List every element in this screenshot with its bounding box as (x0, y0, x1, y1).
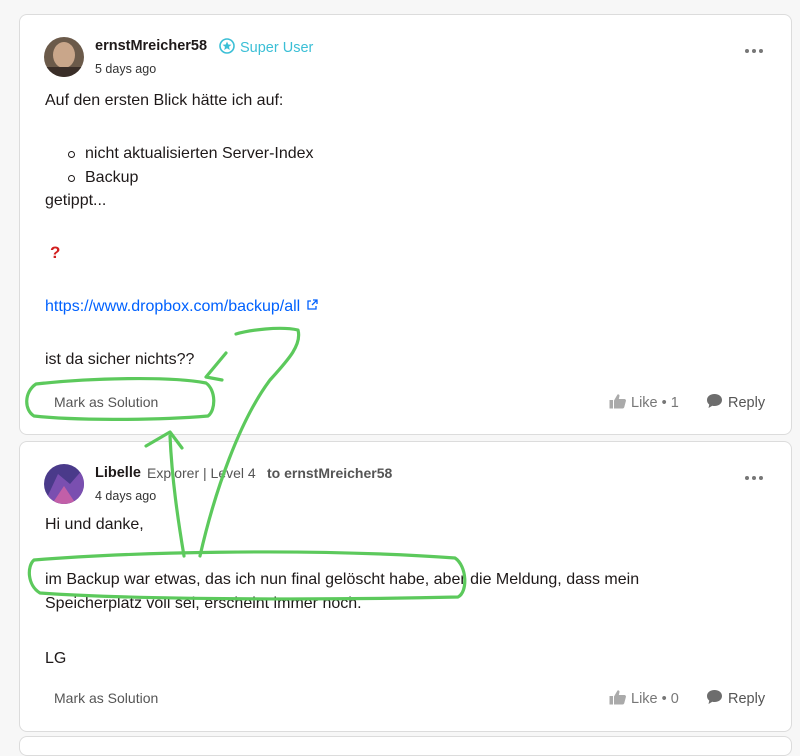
post-date: 4 days ago (95, 489, 157, 503)
username[interactable]: Libelle (95, 465, 141, 481)
user-rank: Explorer | Level 4 (147, 465, 256, 481)
reply-button[interactable]: Reply (706, 689, 765, 709)
avatar[interactable] (44, 464, 84, 504)
more-options-icon[interactable] (745, 476, 763, 480)
speech-bubble-icon (706, 393, 723, 413)
username[interactable]: ernstMreicher58 (95, 38, 207, 54)
speech-bubble-icon (706, 689, 723, 709)
question-mark-emoji: ? (50, 243, 61, 262)
like-label: Like (631, 691, 658, 707)
thumbs-up-icon (609, 689, 627, 709)
reply-to-user[interactable]: to ernstMreicher58 (267, 465, 392, 481)
post-date: 5 days ago (95, 62, 157, 76)
avatar[interactable] (44, 37, 84, 77)
mark-as-solution-button[interactable]: Mark as Solution (54, 690, 158, 706)
post-body-line: Speicherplatz voll sei, erscheint immer … (45, 595, 362, 612)
reply-post-3 (19, 736, 792, 756)
reply-post-1: ernstMreicher58 Super User 5 days ago Au… (19, 14, 792, 435)
like-label: Like (631, 395, 658, 411)
super-user-badge-icon (219, 38, 235, 58)
user-rank: Super User (219, 38, 313, 58)
bullet-list: nicht aktualisierten Server-Index Backup (65, 142, 314, 190)
backup-link[interactable]: https://www.dropbox.com/backup/all (45, 298, 318, 316)
post-body-closing: ist da sicher nichts?? (45, 351, 195, 368)
post-body-line: Hi und danke, (45, 516, 144, 533)
like-button[interactable]: Like • 0 (609, 689, 679, 709)
list-item: nicht aktualisierten Server-Index (65, 142, 314, 166)
post-body-after: getippt... (45, 192, 107, 209)
external-link-icon (306, 298, 318, 316)
post-body-line: LG (45, 650, 67, 667)
rank-label: Super User (240, 40, 314, 56)
post-body-intro: Auf den ersten Blick hätte ich auf: (45, 92, 284, 109)
like-button[interactable]: Like • 1 (609, 393, 679, 413)
post-body-line: im Backup war etwas, das ich nun final g… (45, 571, 640, 588)
like-count: 0 (670, 691, 679, 707)
like-count: 1 (670, 395, 679, 411)
more-options-icon[interactable] (745, 49, 763, 53)
mark-as-solution-button[interactable]: Mark as Solution (54, 394, 158, 410)
list-item: Backup (65, 166, 314, 190)
reply-button[interactable]: Reply (706, 393, 765, 413)
thumbs-up-icon (609, 393, 627, 413)
reply-post-2: Libelle Explorer | Level 4 to ernstMreic… (19, 441, 792, 732)
